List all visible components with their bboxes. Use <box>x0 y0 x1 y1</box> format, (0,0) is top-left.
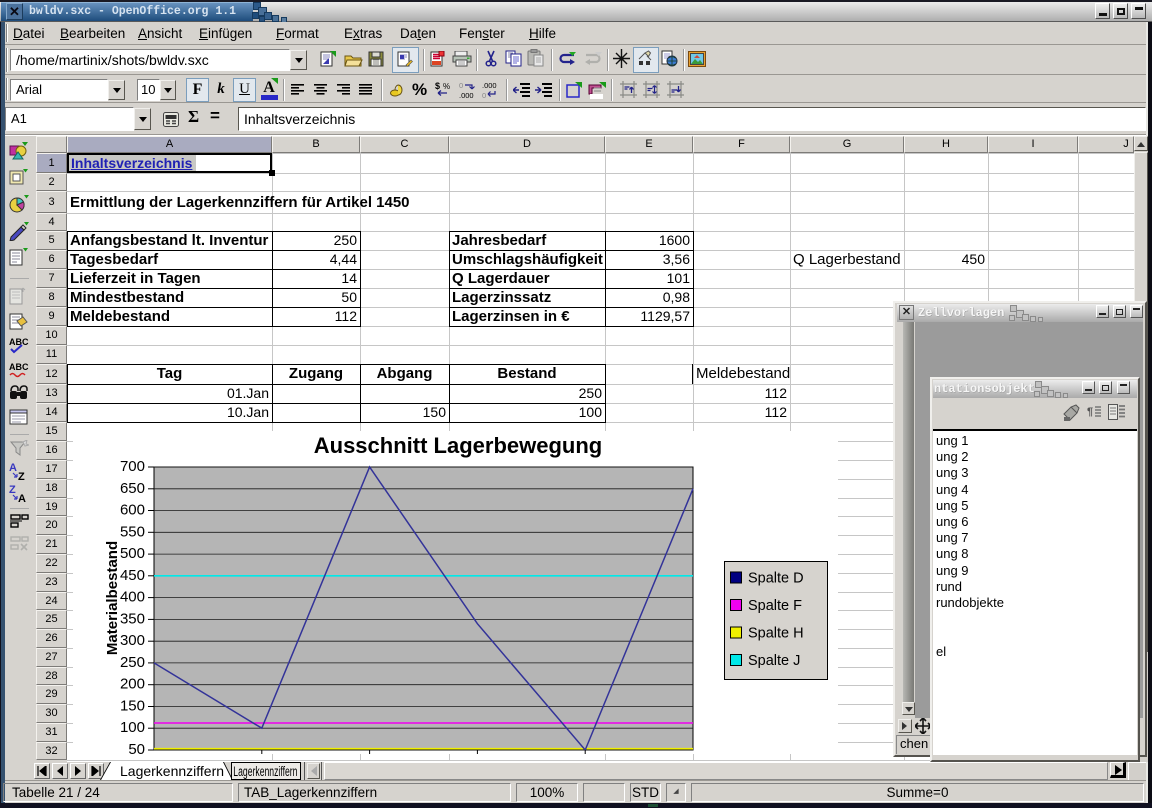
svg-text:500: 500 <box>120 545 145 562</box>
svg-text:350: 350 <box>120 610 145 627</box>
svg-text:Spalte J: Spalte J <box>748 653 800 669</box>
svg-text:100: 100 <box>120 719 145 736</box>
svg-text:200: 200 <box>120 676 145 693</box>
svg-text:650: 650 <box>120 480 145 497</box>
svg-text:150: 150 <box>120 698 145 715</box>
svg-text:Spalte H: Spalte H <box>748 626 804 642</box>
svg-text:600: 600 <box>120 502 145 519</box>
svg-text:550: 550 <box>120 523 145 540</box>
svg-text:300: 300 <box>120 632 145 649</box>
svg-text:50: 50 <box>128 741 145 754</box>
svg-text:Materialbestand: Materialbestand <box>104 541 121 655</box>
svg-text:Spalte F: Spalte F <box>748 598 802 614</box>
svg-text:450: 450 <box>120 567 145 584</box>
svg-text:¶: ¶ <box>1087 406 1093 418</box>
svg-text:Spalte D: Spalte D <box>748 571 804 587</box>
svg-text:700: 700 <box>120 458 145 475</box>
svg-text:Ausschnitt Lagerbewegung: Ausschnitt Lagerbewegung <box>314 433 602 458</box>
svg-text:250: 250 <box>120 654 145 671</box>
svg-text:400: 400 <box>120 589 145 606</box>
